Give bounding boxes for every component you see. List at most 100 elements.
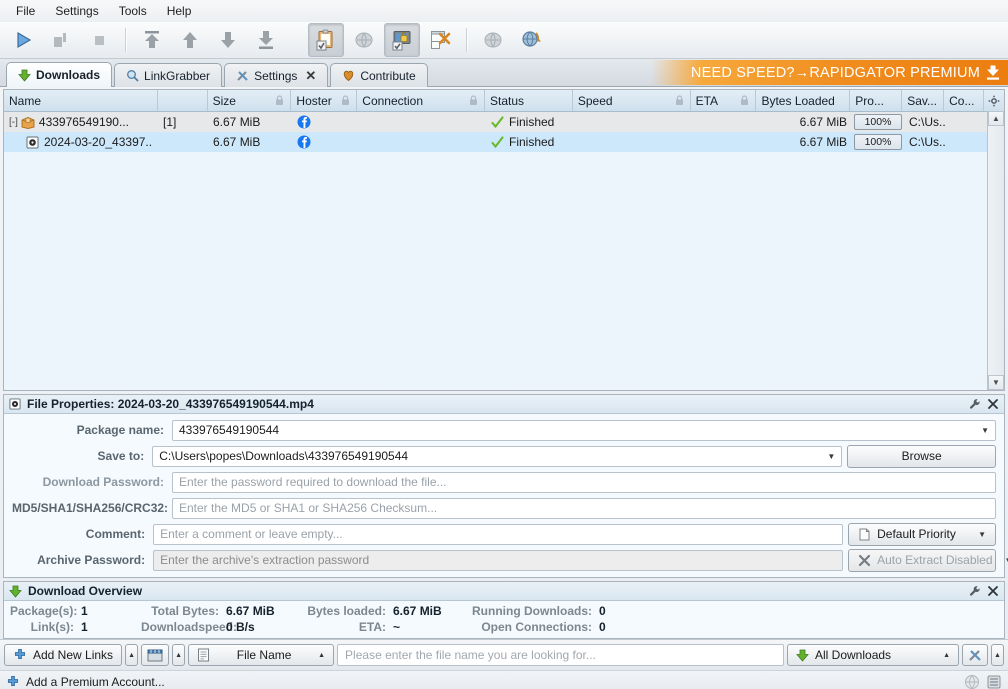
column-header-speed[interactable]: Speed <box>573 90 691 111</box>
column-header-progress[interactable]: Pro... <box>850 90 903 111</box>
column-header-bytes-loaded[interactable]: Bytes Loaded <box>756 90 851 111</box>
column-header-status[interactable]: Status <box>485 90 573 111</box>
add-new-links-label: Add New Links <box>33 648 114 662</box>
scroll-down-arrow-icon[interactable]: ▼ <box>988 375 1004 390</box>
packages-value: 1 <box>81 604 88 618</box>
cell-hoster <box>292 112 358 132</box>
close-icon[interactable] <box>987 398 999 410</box>
add-links-dropdown-arrow[interactable]: ▲ <box>125 644 139 666</box>
package-name-input[interactable]: 433976549190544 ▼ <box>172 419 996 441</box>
download-password-input[interactable]: Enter the password required to download … <box>172 471 996 493</box>
status-text: Finished <box>509 115 555 129</box>
cell-hoster <box>292 132 358 152</box>
menu-bar: File Settings Tools Help <box>0 0 1008 22</box>
premium-banner[interactable]: NEED SPEED?→RAPIDGATOR PREMIUM <box>650 60 1008 85</box>
start-downloads-button[interactable] <box>5 23 41 57</box>
chevron-down-icon[interactable]: ▼ <box>972 530 986 539</box>
store-dropdown-arrow[interactable]: ▲ <box>172 644 186 666</box>
tab-contribute[interactable]: Contribute <box>330 63 428 87</box>
chevron-down-icon[interactable]: ▼ <box>975 426 989 435</box>
menu-item-file[interactable]: File <box>6 2 45 20</box>
remove-finished-button[interactable] <box>422 23 458 57</box>
menu-item-help[interactable]: Help <box>157 2 202 20</box>
store-button[interactable] <box>141 644 170 666</box>
column-header-comment[interactable]: Co... <box>944 90 985 111</box>
column-header-saveto[interactable]: Sav... <box>902 90 945 111</box>
filter-column-selector[interactable]: File Name ▲ <box>188 644 335 666</box>
menu-item-tools[interactable]: Tools <box>109 2 157 20</box>
status-bar-text[interactable]: Add a Premium Account... <box>26 675 165 689</box>
column-header-connection[interactable]: Connection <box>357 90 486 111</box>
clipboard-monitor-button[interactable] <box>308 23 344 57</box>
priority-label: Default Priority <box>877 527 956 541</box>
auto-extract-dropdown[interactable]: Auto Extract Disabled ▼ <box>848 548 1008 572</box>
tab-settings[interactable]: Settings ✕ <box>224 63 329 87</box>
clipboard-check-icon <box>315 29 337 51</box>
close-icon[interactable] <box>987 585 999 597</box>
chevron-down-icon[interactable]: ▼ <box>999 556 1008 565</box>
cell-connection <box>358 132 486 152</box>
column-header-eta[interactable]: ETA <box>691 90 757 111</box>
cell-size: 6.67 MiB <box>213 115 261 129</box>
wrench-icon[interactable] <box>969 585 981 597</box>
table-settings-button[interactable] <box>962 644 988 666</box>
add-new-links-button[interactable]: Add New Links <box>4 644 123 666</box>
reconnect-button[interactable] <box>346 23 382 57</box>
stop-downloads-button[interactable] <box>81 23 117 57</box>
x-mark-icon <box>858 554 871 567</box>
table-row[interactable]: [-] 433976549190... [1] 6.67 MiB Finishe… <box>4 112 1004 132</box>
field-row-save-to: Save to: C:\Users\popes\Downloads\433976… <box>12 444 996 468</box>
wrench-icon[interactable] <box>969 398 981 410</box>
progress-bar: 100% <box>854 114 902 130</box>
column-header-name[interactable]: Name <box>4 90 158 111</box>
close-icon[interactable]: ✕ <box>305 69 316 82</box>
comment-input[interactable]: Enter a comment or leave empty... <box>153 523 844 545</box>
browse-button[interactable]: Browse <box>847 444 996 468</box>
chevron-up-icon[interactable]: ▲ <box>318 652 325 659</box>
tab-linkgrabber[interactable]: LinkGrabber <box>114 63 223 87</box>
links-label: Link(s): <box>30 620 74 634</box>
field-row-archive-password: Archive Password: Enter the archive's ex… <box>12 548 1008 572</box>
column-header-size[interactable]: Size <box>208 90 292 111</box>
table-settings-dropdown-arrow[interactable]: ▲ <box>991 644 1004 666</box>
archive-password-input[interactable]: Enter the archive's extraction password <box>153 549 844 571</box>
file-properties-body: Package name: 433976549190544 ▼ Save to:… <box>4 414 1008 577</box>
progress-bar: 100% <box>854 134 902 150</box>
scroll-up-arrow-icon[interactable]: ▲ <box>988 111 1004 126</box>
move-to-bottom-button[interactable] <box>248 23 284 57</box>
table-vertical-scrollbar[interactable]: ▲ ▼ <box>987 111 1004 390</box>
cell-name[interactable]: 2024-03-20_43397.. <box>4 132 158 152</box>
pause-downloads-button[interactable] <box>43 23 79 57</box>
column-header-hoster[interactable]: Hoster <box>291 90 358 111</box>
search-input[interactable]: Please enter the file name you are looki… <box>337 644 784 666</box>
menu-item-settings[interactable]: Settings <box>45 2 108 20</box>
play-icon <box>13 30 33 50</box>
field-row-package-name: Package name: 433976549190544 ▼ <box>12 419 996 441</box>
media-file-icon <box>26 136 39 149</box>
update-button[interactable] <box>475 23 511 57</box>
eta-value: ~ <box>393 620 401 634</box>
move-down-button[interactable] <box>210 23 246 57</box>
cell-name[interactable]: [-] 433976549190... <box>4 112 158 132</box>
move-up-button[interactable] <box>172 23 208 57</box>
server-status-icon[interactable] <box>986 674 1002 689</box>
column-settings-button[interactable] <box>984 90 1004 111</box>
tab-downloads[interactable]: Downloads <box>6 62 113 87</box>
packages-label: Package(s): <box>10 604 78 618</box>
move-to-top-button[interactable] <box>134 23 170 57</box>
column-header-spacer[interactable] <box>158 90 208 111</box>
reconnect-status-icon[interactable] <box>964 674 980 689</box>
checksum-input[interactable]: Enter the MD5 or SHA1 or SHA256 Checksum… <box>172 497 996 519</box>
view-selector-button[interactable]: All Downloads ▲ <box>787 644 959 666</box>
save-to-input[interactable]: C:\Users\popes\Downloads\433976549190544… <box>152 445 843 467</box>
web-interface-button[interactable] <box>513 23 549 57</box>
facebook-icon <box>297 135 311 149</box>
running-downloads-value: 0 <box>599 604 606 618</box>
expander-toggle[interactable]: [-] <box>9 117 18 128</box>
chevron-down-icon[interactable]: ▼ <box>821 452 835 461</box>
field-row-download-password: Download Password: Enter the password re… <box>12 471 996 493</box>
premium-mode-button[interactable] <box>384 23 420 57</box>
table-row[interactable]: 2024-03-20_43397.. 6.67 MiB Finished 6.6… <box>4 132 1004 152</box>
chevron-up-icon[interactable]: ▲ <box>943 652 950 659</box>
priority-dropdown[interactable]: Default Priority ▼ <box>848 522 996 546</box>
